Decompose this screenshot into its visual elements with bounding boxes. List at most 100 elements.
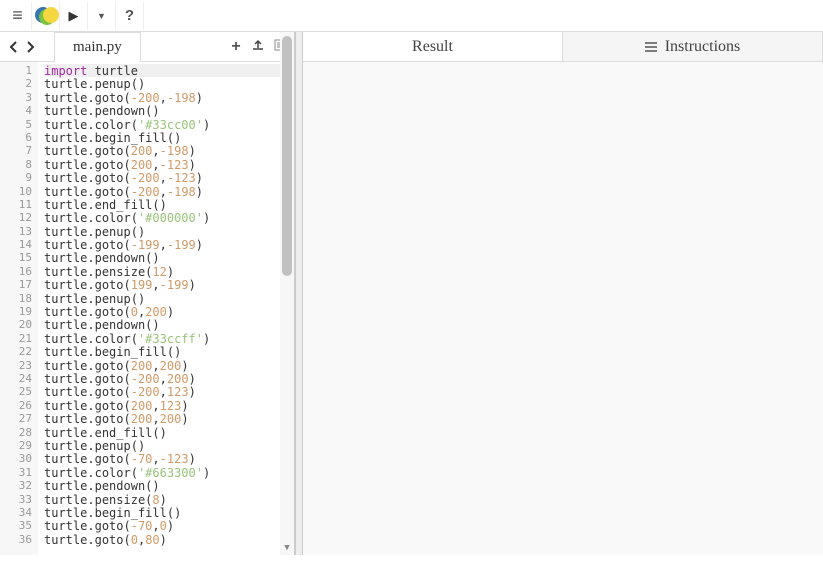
scroll-down-icon[interactable]: ▼ <box>280 541 294 555</box>
upload-icon <box>251 38 265 55</box>
line-number: 30 <box>4 452 32 465</box>
line-number: 7 <box>4 144 32 157</box>
code-line[interactable]: turtle.goto(-200,200) <box>44 372 294 385</box>
line-number: 36 <box>4 533 32 546</box>
line-gutter: 1234567891011121314151617181920212223242… <box>0 62 38 555</box>
menu-icon: ≡ <box>12 5 23 26</box>
code-line[interactable]: turtle.pendown() <box>44 479 294 492</box>
line-number: 28 <box>4 426 32 439</box>
line-number: 23 <box>4 359 32 372</box>
logo-icon <box>35 5 57 27</box>
scrollbar-thumb[interactable] <box>282 62 292 276</box>
code-line[interactable]: turtle.goto(0,200) <box>44 305 294 318</box>
code-line[interactable]: turtle.color('#33ccff') <box>44 332 294 345</box>
main-area: main.py + 123456789101112131415161718192… <box>0 32 823 555</box>
line-number: 4 <box>4 104 32 117</box>
code-line[interactable]: turtle.color('#000000') <box>44 211 294 224</box>
code-line[interactable]: turtle.pensize(8) <box>44 493 294 506</box>
code-line[interactable]: turtle.end_fill() <box>44 198 294 211</box>
code-line[interactable]: turtle.goto(-200,123) <box>44 385 294 398</box>
code-line[interactable]: turtle.penup() <box>44 439 294 452</box>
help-button[interactable]: ? <box>116 2 144 30</box>
code-line[interactable]: import turtle <box>44 64 294 77</box>
line-number: 20 <box>4 318 32 331</box>
code-line[interactable]: turtle.penup() <box>44 77 294 90</box>
line-number: 12 <box>4 211 32 224</box>
line-number: 2 <box>4 77 32 90</box>
result-tab-bar: Result Instructions <box>303 32 823 62</box>
tab-result[interactable]: Result <box>303 32 563 61</box>
line-number: 6 <box>4 131 32 144</box>
tab-result-label: Result <box>412 38 453 56</box>
tab-prev-button[interactable] <box>6 35 22 59</box>
code-line[interactable]: turtle.goto(-199,-199) <box>44 238 294 251</box>
play-icon: ▶ <box>69 8 79 24</box>
code-line[interactable]: turtle.penup() <box>44 225 294 238</box>
code-line[interactable]: turtle.goto(0,80) <box>44 533 294 546</box>
code-line[interactable]: turtle.color('#33cc00') <box>44 118 294 131</box>
code-line[interactable]: turtle.goto(-200,-198) <box>44 185 294 198</box>
code-line[interactable]: turtle.end_fill() <box>44 426 294 439</box>
run-dropdown-button[interactable]: ▼ <box>88 2 116 30</box>
code-line[interactable]: turtle.pendown() <box>44 104 294 117</box>
run-button[interactable]: ▶ <box>60 2 88 30</box>
line-number: 17 <box>4 278 32 291</box>
code-line[interactable]: turtle.begin_fill() <box>44 506 294 519</box>
code-line[interactable]: turtle.goto(199,-199) <box>44 278 294 291</box>
tab-nav <box>0 35 44 59</box>
line-number: 18 <box>4 292 32 305</box>
line-number: 19 <box>4 305 32 318</box>
upload-button[interactable] <box>248 37 268 57</box>
code-line[interactable]: turtle.begin_fill() <box>44 345 294 358</box>
code-line[interactable]: turtle.goto(200,200) <box>44 412 294 425</box>
code-line[interactable]: turtle.goto(-70,0) <box>44 519 294 532</box>
line-number: 3 <box>4 91 32 104</box>
file-tab-main[interactable]: main.py <box>54 32 141 62</box>
pane-splitter[interactable] <box>295 32 303 555</box>
line-number: 35 <box>4 519 32 532</box>
chevron-down-icon: ▼ <box>97 11 106 21</box>
logo-button[interactable] <box>32 2 60 30</box>
code-line[interactable]: turtle.goto(-70,-123) <box>44 452 294 465</box>
code-line[interactable]: turtle.goto(200,200) <box>44 359 294 372</box>
line-number: 26 <box>4 399 32 412</box>
tab-next-button[interactable] <box>22 35 38 59</box>
tab-filename: main.py <box>73 39 122 56</box>
code-editor[interactable]: 1234567891011121314151617181920212223242… <box>0 62 294 555</box>
result-content <box>303 62 823 555</box>
editor-pane: main.py + 123456789101112131415161718192… <box>0 32 295 555</box>
help-icon: ? <box>125 7 134 24</box>
line-number: 10 <box>4 185 32 198</box>
line-number: 14 <box>4 238 32 251</box>
line-number: 25 <box>4 385 32 398</box>
code-line[interactable]: turtle.goto(200,-123) <box>44 158 294 171</box>
code-line[interactable]: turtle.goto(-200,-123) <box>44 171 294 184</box>
code-line[interactable]: turtle.begin_fill() <box>44 131 294 144</box>
menu-button[interactable]: ≡ <box>4 2 32 30</box>
line-number: 29 <box>4 439 32 452</box>
line-number: 9 <box>4 171 32 184</box>
code-line[interactable]: turtle.penup() <box>44 292 294 305</box>
code-line[interactable]: turtle.goto(200,-198) <box>44 144 294 157</box>
line-number: 21 <box>4 332 32 345</box>
plus-icon: + <box>231 38 240 56</box>
line-number: 15 <box>4 251 32 264</box>
line-number: 33 <box>4 493 32 506</box>
code-line[interactable]: turtle.color('#663300') <box>44 466 294 479</box>
line-number: 5 <box>4 118 32 131</box>
tab-instructions-label: Instructions <box>665 38 741 56</box>
tab-instructions[interactable]: Instructions <box>563 32 823 61</box>
code-line[interactable]: turtle.pendown() <box>44 318 294 331</box>
code-line[interactable]: turtle.pendown() <box>44 251 294 264</box>
code-line[interactable]: turtle.goto(-200,-198) <box>44 91 294 104</box>
code-line[interactable]: turtle.pensize(12) <box>44 265 294 278</box>
code-content[interactable]: import turtleturtle.penup()turtle.goto(-… <box>38 62 294 555</box>
line-number: 1 <box>4 64 32 77</box>
editor-tab-bar: main.py + <box>0 32 294 62</box>
line-number: 8 <box>4 158 32 171</box>
line-number: 27 <box>4 412 32 425</box>
vertical-scrollbar[interactable]: ▲ ▼ <box>280 62 294 555</box>
line-number: 24 <box>4 372 32 385</box>
code-line[interactable]: turtle.goto(200,123) <box>44 399 294 412</box>
add-file-button[interactable]: + <box>226 37 246 57</box>
